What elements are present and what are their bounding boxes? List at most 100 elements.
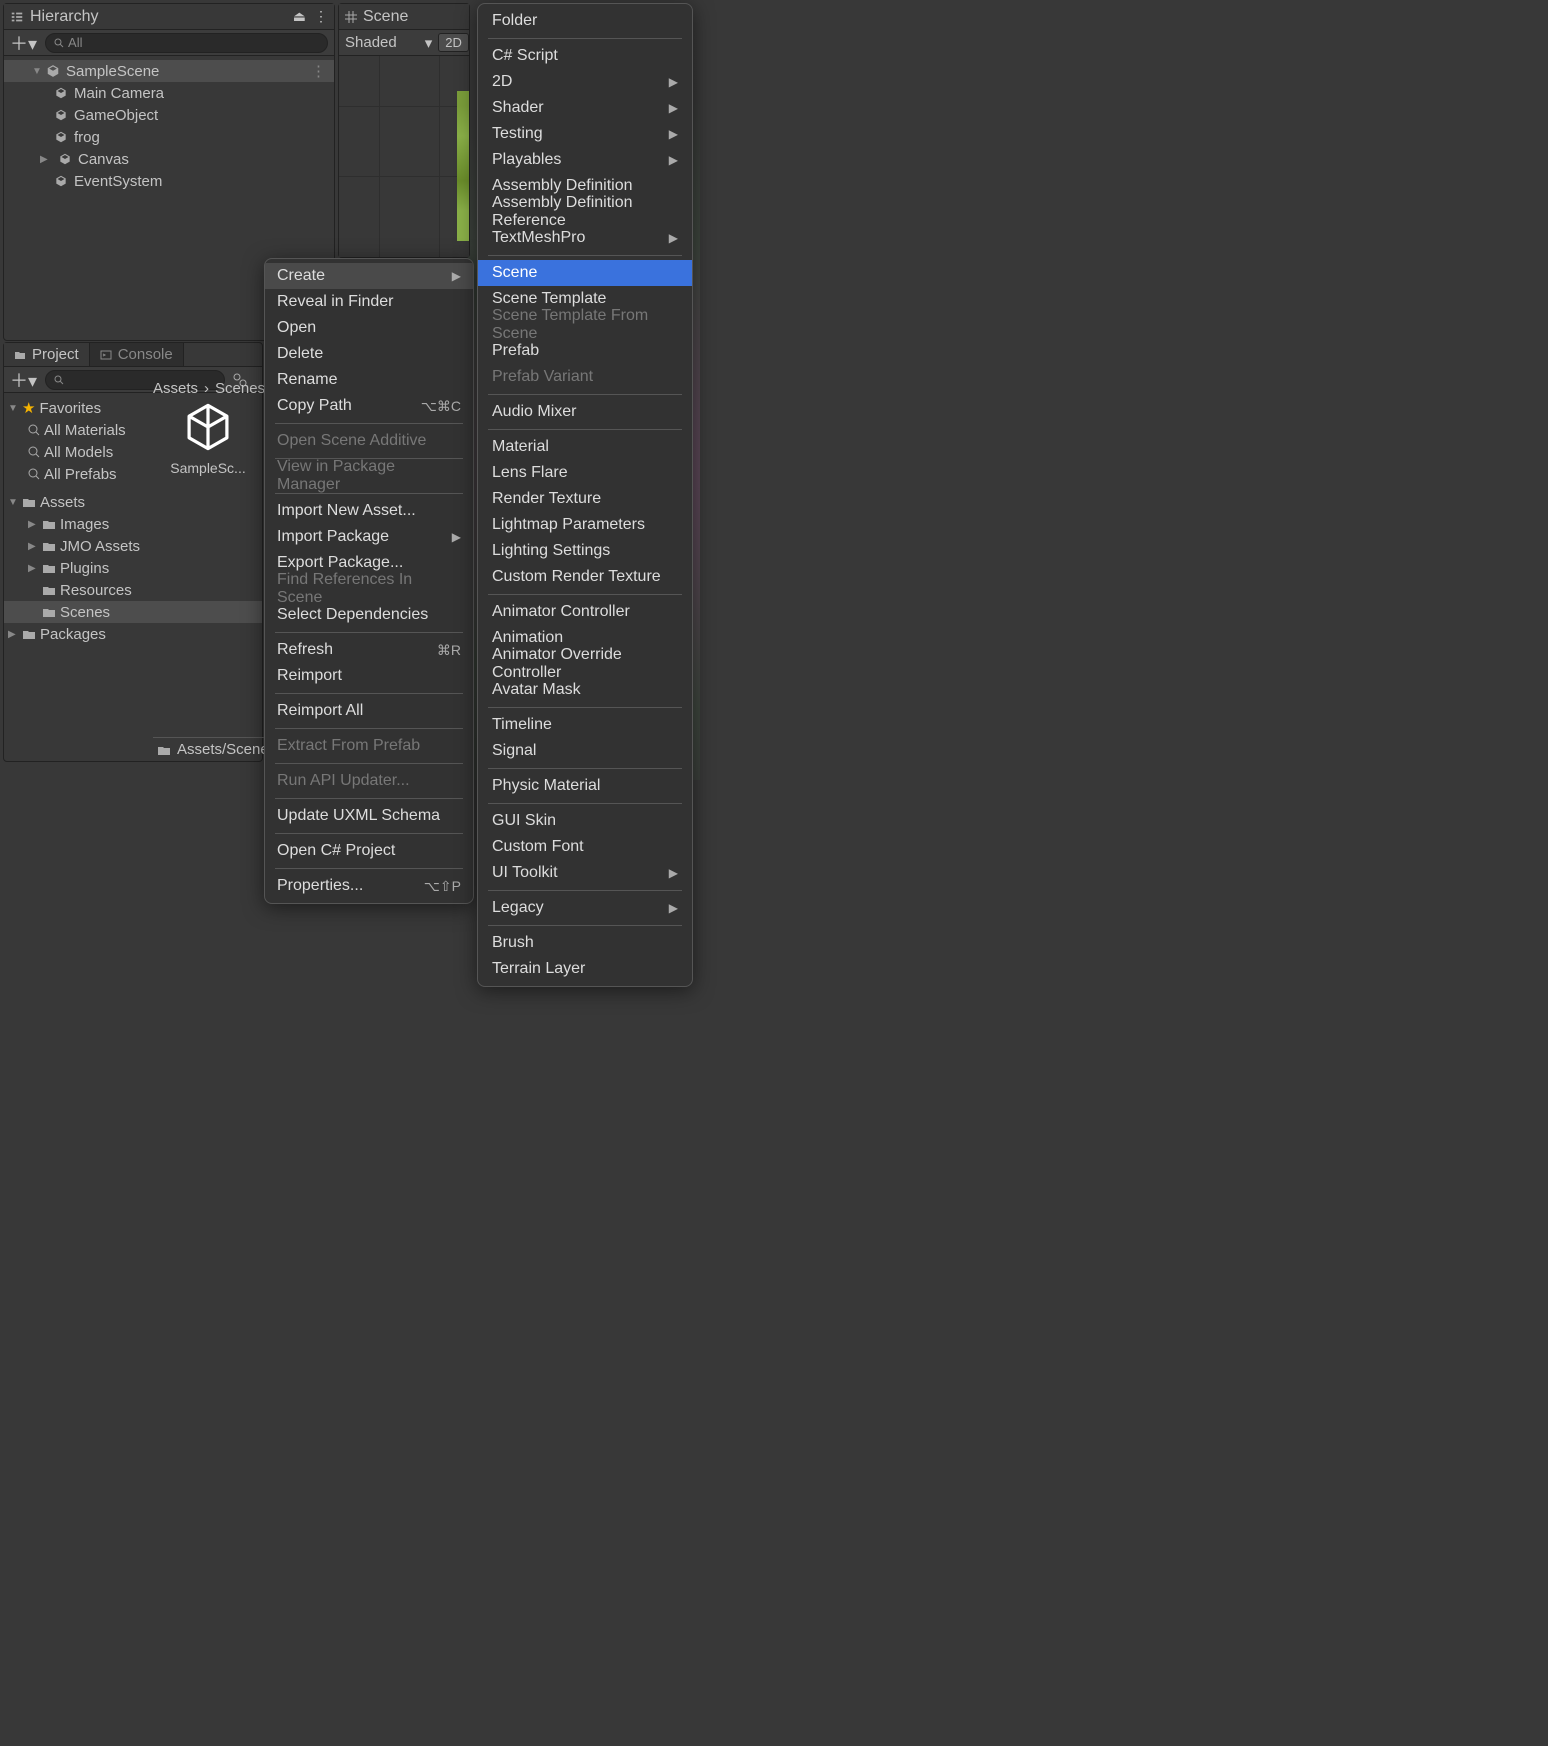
shading-dropdown[interactable]: Shaded ▾: [345, 34, 432, 52]
submenu-item[interactable]: C# Script: [478, 43, 692, 69]
menu-item[interactable]: Reveal in Finder: [265, 289, 473, 315]
tab-console[interactable]: Console: [90, 343, 184, 366]
submenu-item[interactable]: Legacy▶: [478, 895, 692, 921]
foldout-icon[interactable]: ▼: [8, 497, 18, 508]
hierarchy-item[interactable]: frog: [4, 126, 334, 148]
menu-item[interactable]: Import Package▶: [265, 524, 473, 550]
foldout-icon[interactable]: ▶: [28, 541, 38, 552]
menu-icon[interactable]: ⋮: [314, 8, 328, 25]
submenu-item[interactable]: Animator Controller: [478, 599, 692, 625]
submenu-item-label: Physic Material: [492, 777, 600, 795]
tab-project[interactable]: Project: [4, 343, 90, 366]
foldout-icon[interactable]: ▶: [8, 629, 18, 640]
submenu-item[interactable]: Material: [478, 434, 692, 460]
submenu-item[interactable]: Physic Material: [478, 773, 692, 799]
menu-item: Find References In Scene: [265, 576, 473, 602]
row-menu-icon[interactable]: ⋮: [311, 62, 326, 80]
menu-item[interactable]: Reimport All: [265, 698, 473, 724]
lock-icon[interactable]: ⏏: [293, 8, 306, 25]
submenu-item[interactable]: Animator Override Controller: [478, 651, 692, 677]
submenu-item[interactable]: Playables▶: [478, 147, 692, 173]
hierarchy-item[interactable]: Main Camera: [4, 82, 334, 104]
foldout-icon[interactable]: ▶: [40, 154, 50, 165]
submenu-item[interactable]: Audio Mixer: [478, 399, 692, 425]
submenu-item[interactable]: Custom Font: [478, 834, 692, 860]
submenu-item[interactable]: Brush: [478, 930, 692, 956]
asset-folder-item[interactable]: Scenes: [4, 601, 262, 623]
menu-item-label: Properties...: [277, 877, 363, 895]
foldout-icon[interactable]: ▼: [32, 66, 42, 77]
packages-row[interactable]: ▶ Packages: [4, 623, 262, 645]
menu-item-label: Update UXML Schema: [277, 807, 440, 825]
console-icon: [100, 349, 112, 361]
breadcrumb[interactable]: Assets › Scenes: [153, 380, 265, 397]
hierarchy-create-button[interactable]: ＋▾: [10, 30, 37, 56]
menu-item[interactable]: Open: [265, 315, 473, 341]
asset-folder-item[interactable]: ▶Plugins: [4, 557, 262, 579]
submenu-item[interactable]: Lens Flare: [478, 460, 692, 486]
tab-project-label: Project: [32, 346, 79, 363]
menu-item[interactable]: Copy Path⌥⌘C: [265, 393, 473, 419]
search-icon: [28, 468, 40, 480]
submenu-item[interactable]: Lightmap Parameters: [478, 512, 692, 538]
asset-folder-item[interactable]: ▶JMO Assets: [4, 535, 262, 557]
hierarchy-item[interactable]: ▶Canvas: [4, 148, 334, 170]
menu-separator: [488, 594, 682, 595]
asset-folder-item[interactable]: ▶Images: [4, 513, 262, 535]
hierarchy-item[interactable]: GameObject: [4, 104, 334, 126]
submenu-item[interactable]: Render Texture: [478, 486, 692, 512]
submenu-item-label: UI Toolkit: [492, 864, 558, 882]
menu-item[interactable]: Create▶: [265, 263, 473, 289]
menu-item: Open Scene Additive: [265, 428, 473, 454]
menu-item[interactable]: Import New Asset...: [265, 498, 473, 524]
menu-item-label: Open: [277, 319, 316, 337]
chevron-right-icon: ▶: [669, 866, 678, 880]
project-create-button[interactable]: ＋▾: [10, 367, 37, 393]
folder-icon: [42, 562, 56, 574]
foldout-icon[interactable]: ▶: [28, 519, 38, 530]
menu-item[interactable]: Open C# Project: [265, 838, 473, 864]
submenu-item[interactable]: UI Toolkit ▶: [478, 860, 692, 886]
hierarchy-search-input[interactable]: All: [45, 33, 328, 53]
menu-item[interactable]: Rename: [265, 367, 473, 393]
breadcrumb-part[interactable]: Assets: [153, 380, 198, 397]
menu-item-label: Rename: [277, 371, 337, 389]
submenu-item[interactable]: Lighting Settings: [478, 538, 692, 564]
menu-item-label: Open Scene Additive: [277, 432, 426, 450]
menu-item[interactable]: Refresh⌘R: [265, 637, 473, 663]
submenu-item-label: Animator Override Controller: [492, 646, 678, 682]
folder-icon: [42, 584, 56, 596]
favorite-label: All Materials: [44, 422, 126, 439]
submenu-item[interactable]: GUI Skin: [478, 808, 692, 834]
submenu-item[interactable]: Custom Render Texture: [478, 564, 692, 590]
asset-grid-item[interactable]: SampleSc...: [153, 400, 263, 500]
submenu-item[interactable]: 2D▶: [478, 69, 692, 95]
menu-item[interactable]: Properties...⌥⇧P: [265, 873, 473, 899]
submenu-item[interactable]: Folder: [478, 8, 692, 34]
tab-console-label: Console: [118, 346, 173, 363]
submenu-item[interactable]: Assembly Definition Reference: [478, 199, 692, 225]
folder-icon: [42, 606, 56, 618]
breadcrumb-part[interactable]: Scenes: [215, 380, 265, 397]
submenu-item[interactable]: Terrain Layer: [478, 956, 692, 982]
submenu-item[interactable]: Shader▶: [478, 95, 692, 121]
submenu-item[interactable]: Testing▶: [478, 121, 692, 147]
menu-item-label: Copy Path: [277, 397, 352, 415]
menu-separator: [488, 38, 682, 39]
2d-toggle[interactable]: 2D: [438, 33, 469, 52]
scene-viewport[interactable]: [339, 56, 469, 257]
scene-row[interactable]: ▼ SampleScene ⋮: [4, 60, 334, 82]
menu-item[interactable]: Reimport: [265, 663, 473, 689]
hierarchy-item[interactable]: EventSystem: [4, 170, 334, 192]
foldout-icon[interactable]: ▼: [8, 403, 18, 414]
submenu-item-label: Animation: [492, 629, 563, 647]
submenu-item[interactable]: Signal: [478, 738, 692, 764]
menu-separator: [488, 803, 682, 804]
asset-folder-item[interactable]: Resources: [4, 579, 262, 601]
submenu-item[interactable]: Scene: [478, 260, 692, 286]
submenu-item[interactable]: Timeline: [478, 712, 692, 738]
foldout-icon[interactable]: ▶: [28, 563, 38, 574]
menu-item[interactable]: Delete: [265, 341, 473, 367]
menu-item[interactable]: Update UXML Schema: [265, 803, 473, 829]
scene-toolbar: Shaded ▾ 2D: [339, 30, 469, 56]
